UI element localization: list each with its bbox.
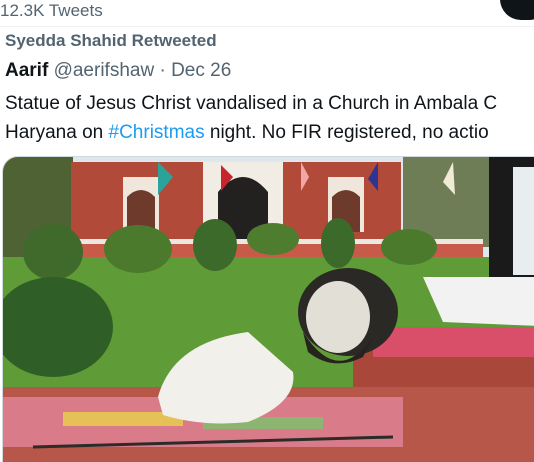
tweet-media-photo[interactable] — [2, 156, 534, 462]
meta-separator: · — [159, 60, 166, 81]
shrub — [381, 229, 437, 265]
tweet-author: Aarif @aerifshaw · Dec 26 — [5, 60, 231, 82]
retweet-indicator[interactable]: Syedda Shahid Retweeted — [5, 31, 217, 51]
shrub — [23, 224, 83, 280]
photo-icon — [3, 157, 534, 462]
tweet-text-line-1: Statue of Jesus Christ vandalised in a C… — [5, 93, 498, 114]
author-handle[interactable]: @aerifshaw — [54, 60, 155, 81]
shrub — [247, 223, 299, 255]
tweet-text-segment: night. No FIR registered, no actio — [204, 122, 489, 143]
display-screen — [513, 167, 534, 275]
profile-header: 12.3K Tweets — [0, 0, 534, 24]
tweet-text: Statue of Jesus Christ vandalised in a C… — [5, 89, 534, 147]
shrub — [321, 218, 355, 268]
divider — [0, 26, 534, 27]
tweet-text-segment: Haryana on — [5, 122, 109, 143]
tweet-text-line-2: Haryana on #Christmas night. No FIR regi… — [5, 118, 534, 147]
author-name[interactable]: Aarif — [5, 60, 48, 81]
shrub — [193, 219, 237, 271]
shrub — [104, 225, 172, 273]
tweet-date[interactable]: Dec 26 — [171, 60, 231, 81]
statue-face — [306, 281, 370, 353]
tweet-count: 12.3K Tweets — [0, 1, 103, 20]
hashtag-link[interactable]: #Christmas — [109, 122, 205, 143]
colored-powder — [373, 327, 534, 357]
twitter-profile-view: 12.3K Tweets Syedda Shahid Retweeted Aar… — [0, 0, 534, 462]
